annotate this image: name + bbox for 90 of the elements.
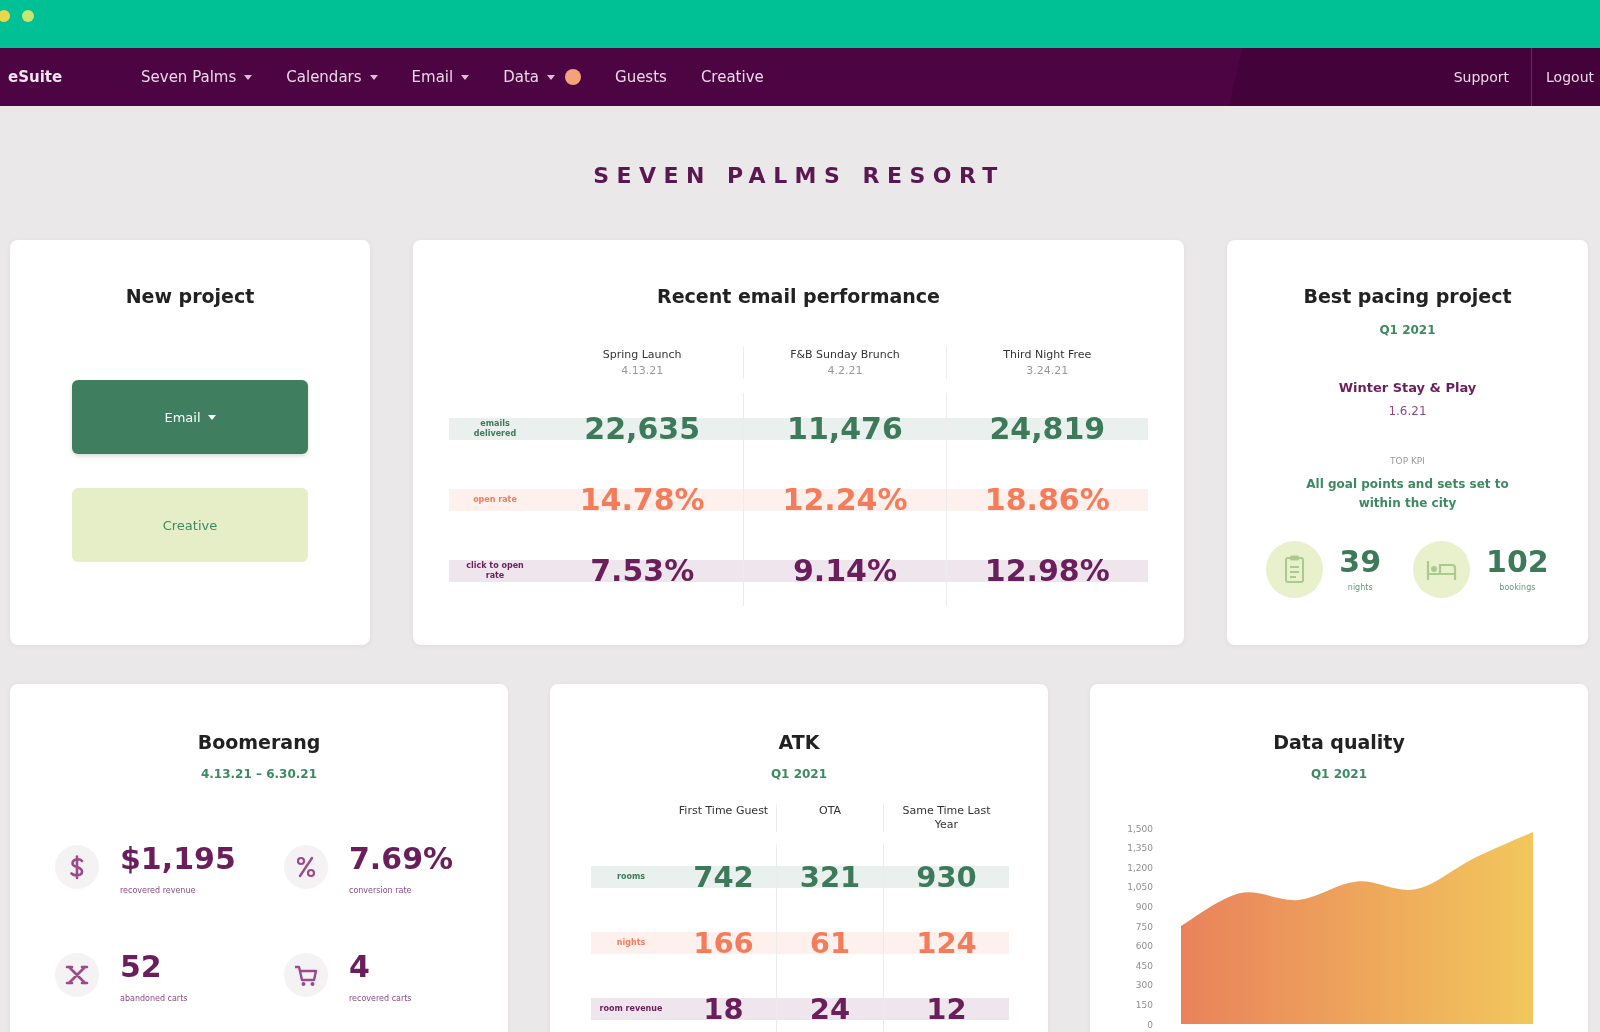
- project-name: Winter Stay & Play: [1338, 380, 1477, 396]
- cart-icon: [284, 953, 328, 997]
- metric-value: 321: [799, 862, 861, 892]
- metric-value: 12.24%: [782, 484, 908, 515]
- metric-value: 14.78%: [579, 484, 705, 515]
- nav-link[interactable]: Support: [1431, 48, 1532, 106]
- row-label: nights: [616, 938, 646, 948]
- column-header: Spring Launch: [602, 347, 682, 363]
- stat-value: $1,195: [120, 844, 236, 874]
- nav-menu-item[interactable]: Data: [503, 68, 555, 86]
- app-logo[interactable]: eSuite: [0, 68, 141, 86]
- row-label: emails delivered: [472, 418, 518, 439]
- column-header: Third Night Free: [1003, 347, 1092, 363]
- kpi-label: TOP KPI: [1390, 455, 1425, 467]
- period-label: Q1 2021: [1310, 766, 1368, 782]
- project-type-button[interactable]: Creative: [72, 488, 308, 562]
- window-control-icon[interactable]: [22, 10, 34, 22]
- card-title: Data quality: [1273, 730, 1405, 754]
- bed-icon: [1413, 541, 1471, 598]
- row-label: room revenue: [599, 1004, 663, 1014]
- metric-value: 930: [916, 862, 977, 892]
- axis-label: 900: [1135, 901, 1153, 912]
- project-date: 1.6.21: [1388, 403, 1427, 419]
- metric-value: 124: [916, 928, 977, 958]
- row-label: open rate: [473, 494, 517, 505]
- axis-label: 150: [1135, 999, 1153, 1010]
- column-date: 4.2.21: [827, 363, 863, 379]
- project-type-button[interactable]: Email: [72, 380, 308, 454]
- axis-label: 1,050: [1127, 882, 1153, 893]
- row-label: rooms: [616, 872, 645, 882]
- metric-value: 12: [926, 994, 967, 1024]
- metric-value: 12.98%: [984, 555, 1110, 586]
- axis-label: 1,200: [1127, 862, 1153, 873]
- card-title: Boomerang: [197, 730, 321, 754]
- column-date: 4.13.21: [621, 363, 664, 379]
- axis-label: 1,500: [1127, 823, 1153, 834]
- card-title: New project: [125, 284, 255, 308]
- axis-label: 750: [1135, 921, 1153, 932]
- nav-menu-item[interactable]: Creative: [700, 68, 764, 86]
- period-label: Q1 2021: [1379, 322, 1436, 338]
- metric-value: 18: [703, 994, 744, 1024]
- column-date: 3.24.21: [1026, 363, 1069, 379]
- metric-value: 24,819: [989, 413, 1106, 444]
- percent-icon: [284, 845, 328, 889]
- metric-value: 166: [693, 928, 754, 958]
- stat-label: nights: [1347, 582, 1373, 593]
- stat-value: 4: [349, 952, 371, 982]
- metric-value: 7.53%: [590, 555, 695, 586]
- axis-label: 300: [1135, 980, 1153, 991]
- period-label: 4.13.21 – 6.30.21: [200, 766, 318, 782]
- stat-value: 7.69%: [349, 844, 454, 874]
- period-label: Q1 2021: [770, 766, 828, 782]
- axis-label: 600: [1135, 941, 1153, 952]
- card-title: Recent email performance: [657, 284, 940, 308]
- stat-label: recovered carts: [349, 994, 412, 1004]
- row-label: click to open rate: [465, 560, 525, 581]
- stat-label: bookings: [1499, 582, 1536, 593]
- kpi-text: All goal points and sets set to within the city: [1305, 476, 1510, 512]
- nav-menu-item[interactable]: Seven Palms: [141, 68, 253, 86]
- card-title: ATK: [778, 730, 820, 754]
- nav-menu-item[interactable]: Calendars: [286, 68, 378, 86]
- column-header: F&B Sunday Brunch: [790, 347, 900, 363]
- card-title: Best pacing project: [1303, 284, 1512, 308]
- column-header: OTA: [818, 804, 842, 818]
- metric-value: 18.86%: [984, 484, 1110, 515]
- metric-value: 22,635: [584, 413, 701, 444]
- metric-value: 61: [809, 928, 851, 958]
- stat-label: recovered revenue: [120, 886, 197, 896]
- stat-value: 39: [1339, 546, 1382, 577]
- dollar-icon: [55, 845, 99, 889]
- stat-value: 52: [120, 952, 163, 982]
- window-control-icon[interactable]: [0, 10, 10, 22]
- axis-label: 1,350: [1127, 843, 1153, 854]
- nav-menu-item[interactable]: Guests: [615, 68, 667, 86]
- metric-value: 742: [693, 862, 754, 892]
- nav-link[interactable]: Logout: [1531, 48, 1600, 106]
- metric-value: 11,476: [787, 413, 903, 444]
- page-title: SEVEN PALMS RESORT: [593, 163, 1005, 189]
- clipboard-icon: [1266, 541, 1324, 598]
- metric-value: 9.14%: [792, 555, 898, 586]
- axis-label: 450: [1135, 960, 1153, 971]
- cross-icon: [55, 953, 99, 997]
- stat-label: conversion rate: [349, 886, 413, 896]
- stat-value: 102: [1486, 546, 1549, 577]
- metric-value: 24: [809, 994, 851, 1024]
- nav-menu-item[interactable]: Email: [411, 68, 470, 86]
- column-header: Same Time Last Year: [901, 804, 992, 832]
- stat-label: abandoned carts: [120, 994, 188, 1004]
- column-header: First Time Guest: [678, 804, 769, 818]
- axis-label: 0: [1147, 1019, 1153, 1030]
